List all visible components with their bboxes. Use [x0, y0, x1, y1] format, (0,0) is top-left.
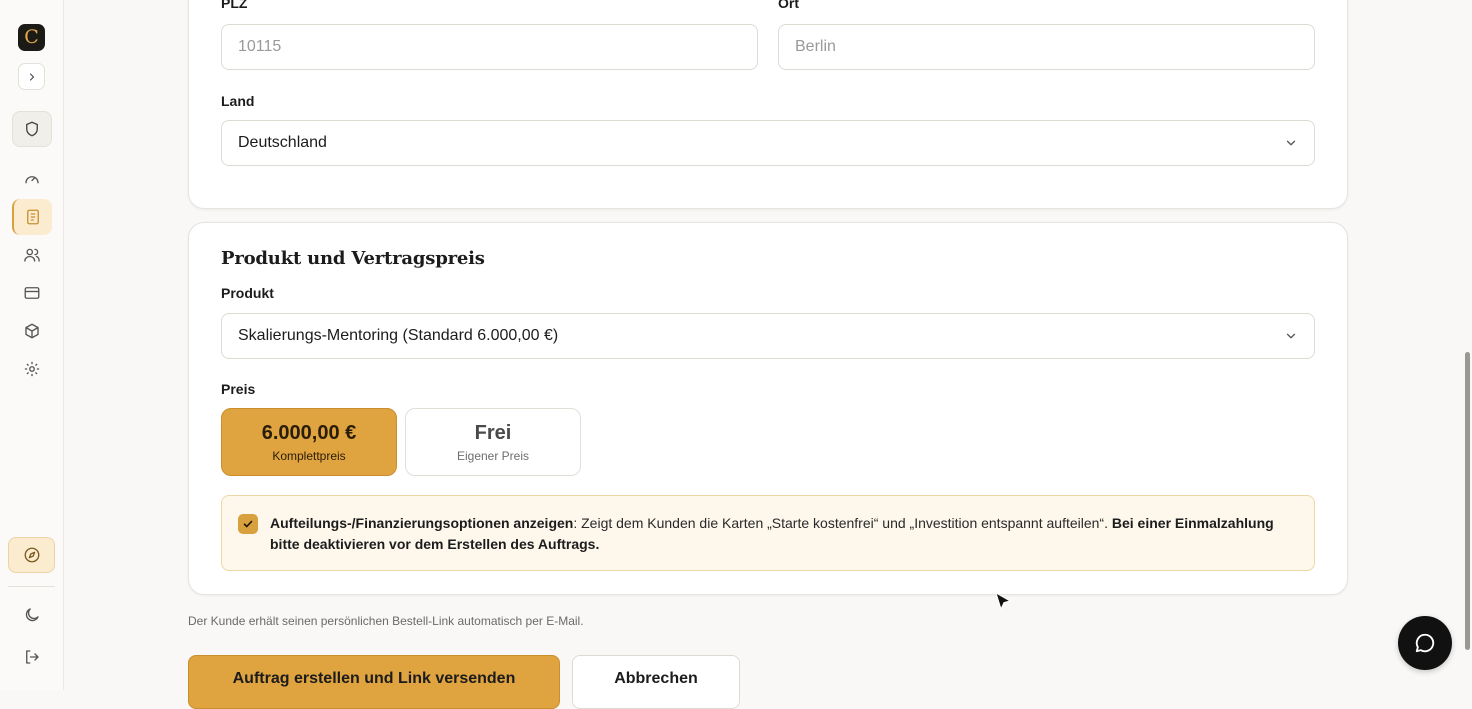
sidebar-item-orders[interactable] — [12, 199, 52, 235]
box-icon — [25, 323, 39, 339]
price-option-full[interactable]: 6.000,00 € Komplettpreis — [221, 408, 397, 476]
address-card: PLZ Ort Land Deutschland — [188, 0, 1348, 209]
price-label: Preis — [221, 381, 256, 397]
gauge-icon — [25, 176, 39, 184]
credit-card-icon — [24, 287, 40, 299]
compass-icon — [24, 547, 39, 563]
price-option-custom[interactable]: Frei Eigener Preis — [405, 408, 581, 476]
price-option-main: 6.000,00 € — [261, 421, 357, 444]
chevron-right-icon — [29, 72, 34, 81]
expand-sidebar-button[interactable] — [18, 63, 45, 90]
sidebar-item-dashboard[interactable] — [12, 161, 52, 197]
moon-icon — [25, 608, 39, 622]
logout-button[interactable] — [12, 639, 52, 675]
product-label: Produkt — [221, 285, 274, 301]
sidebar: C — [0, 0, 64, 690]
notice-text: Aufteilungs-/Finanzierungsoptionen anzei… — [270, 513, 1280, 555]
price-option-sub: Eigener Preis — [456, 448, 530, 463]
price-option-sub: Komplettpreis — [272, 448, 346, 463]
notice-bold-lead: Aufteilungs-/Finanzierungsoptionen anzei… — [270, 515, 574, 531]
sidebar-item-shield[interactable] — [12, 111, 52, 147]
create-order-button[interactable]: Auftrag erstellen und Link versenden — [188, 655, 560, 709]
shield-icon — [26, 121, 38, 137]
installment-checkbox[interactable] — [238, 514, 258, 534]
chevron-down-icon — [1286, 333, 1296, 339]
product-select[interactable]: Skalierungs-Mentoring (Standard 6.000,00… — [221, 313, 1315, 359]
country-value: Deutschland — [238, 134, 327, 151]
sidebar-item-payments[interactable] — [12, 275, 52, 311]
scrollbar-thumb[interactable] — [1465, 352, 1470, 650]
sidebar-item-customers[interactable] — [12, 237, 52, 273]
sidebar-item-settings[interactable] — [12, 351, 52, 387]
sidebar-item-products[interactable] — [12, 313, 52, 349]
chat-button[interactable] — [1398, 616, 1452, 670]
gear-icon — [24, 361, 40, 377]
app-logo[interactable]: C — [18, 24, 45, 51]
cancel-button[interactable]: Abbrechen — [572, 655, 740, 709]
logout-icon — [26, 650, 39, 664]
country-select[interactable]: Deutschland — [221, 120, 1315, 166]
product-value: Skalierungs-Mentoring (Standard 6.000,00… — [238, 327, 559, 344]
zip-label: PLZ — [221, 0, 248, 11]
section-title: Produkt und Vertragspreis — [221, 248, 485, 269]
chevron-down-icon — [1286, 140, 1296, 146]
product-card: Produkt und Vertragspreis Produkt Skalie… — [188, 222, 1348, 595]
users-icon — [24, 248, 40, 262]
logo-letter: C — [24, 26, 39, 48]
chat-bubble-icon — [1415, 633, 1435, 653]
email-footnote: Der Kunde erhält seinen persönlichen Bes… — [188, 614, 584, 628]
mouse-cursor-icon — [995, 592, 1012, 611]
price-option-main: Frei — [474, 421, 512, 444]
sidebar-item-compass[interactable] — [8, 537, 55, 573]
country-label: Land — [221, 93, 255, 109]
city-input[interactable] — [778, 24, 1315, 70]
checkmark-icon — [243, 520, 253, 528]
notice-body: : Zeigt dem Kunden die Karten „Starte ko… — [573, 515, 1112, 531]
page-scrollbar[interactable] — [1462, 0, 1472, 690]
sidebar-divider — [8, 586, 55, 587]
city-label: Ort — [778, 0, 799, 11]
zip-input[interactable] — [221, 24, 758, 70]
installment-notice: Aufteilungs-/Finanzierungsoptionen anzei… — [221, 495, 1315, 571]
document-icon — [27, 209, 39, 225]
theme-toggle-button[interactable] — [12, 597, 52, 633]
